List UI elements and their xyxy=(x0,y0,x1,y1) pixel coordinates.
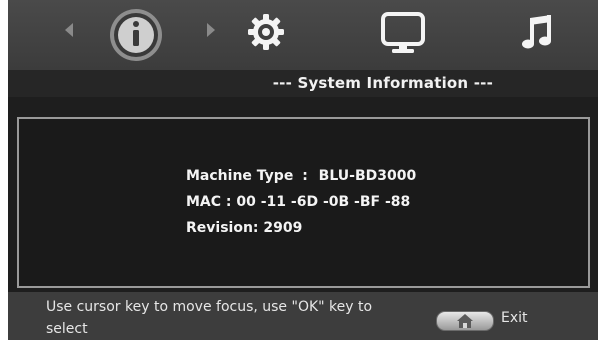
machine-type-value: BLU-BD3000 xyxy=(318,168,417,184)
arrow-left-icon[interactable] xyxy=(64,22,74,42)
settings-screen: --- System Information --- Machine Type … xyxy=(8,0,598,340)
mac-value: 00 -11 -6D -0B -BF -88 xyxy=(236,194,411,210)
info-icon[interactable] xyxy=(108,7,164,67)
page-title: --- System Information --- xyxy=(272,74,493,92)
title-band: --- System Information --- xyxy=(8,70,598,97)
monitor-icon[interactable] xyxy=(381,12,425,58)
gear-icon[interactable] xyxy=(246,12,286,56)
revision-label: Revision: xyxy=(186,220,259,236)
home-button[interactable] xyxy=(436,311,494,331)
top-menu-bar xyxy=(8,0,598,70)
arrow-right-icon[interactable] xyxy=(206,22,216,42)
system-info-panel: Machine Type : BLU-BD3000 MAC : 00 -11 -… xyxy=(17,117,590,288)
navigation-hint: Use cursor key to move focus, use "OK" k… xyxy=(46,299,373,337)
mac-label: MAC : xyxy=(186,194,232,210)
machine-type-row: Machine Type : BLU-BD3000 xyxy=(186,168,416,194)
revision-value: 2909 xyxy=(263,220,303,236)
revision-row: Revision: 2909 xyxy=(186,220,416,246)
system-info-list: Machine Type : BLU-BD3000 MAC : 00 -11 -… xyxy=(186,168,416,246)
machine-type-separator: : xyxy=(302,168,308,184)
machine-type-label: Machine Type xyxy=(186,168,294,184)
mac-row: MAC : 00 -11 -6D -0B -BF -88 xyxy=(186,194,416,220)
footer-bar: Use cursor key to move focus, use "OK" k… xyxy=(8,292,598,340)
music-note-icon[interactable] xyxy=(521,14,553,54)
home-icon xyxy=(457,314,473,328)
exit-label: Exit xyxy=(501,310,528,326)
